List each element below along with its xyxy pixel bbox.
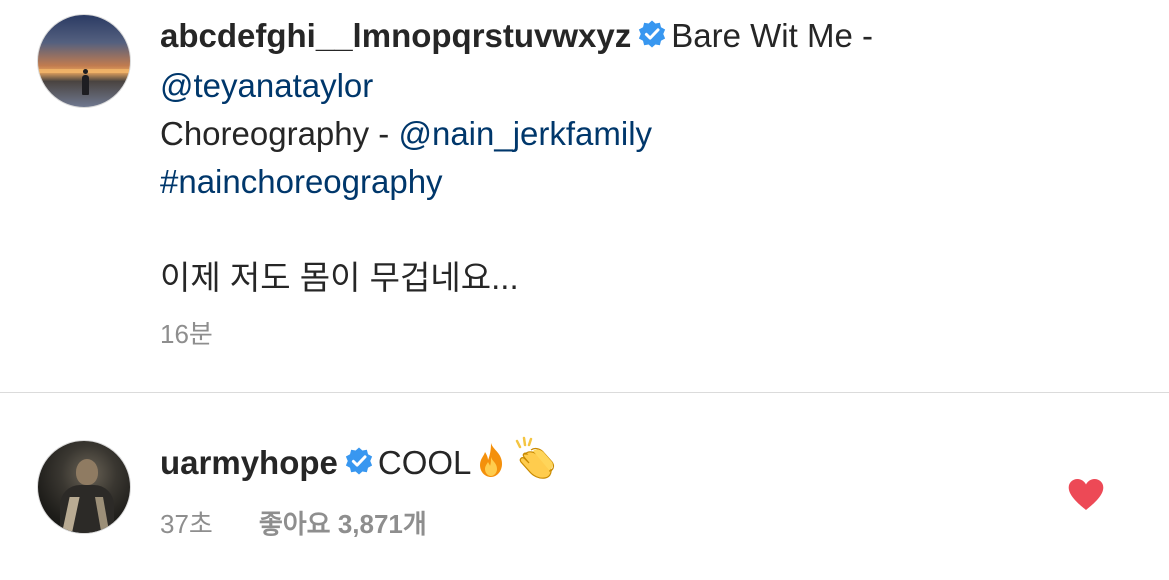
caption-text: abcdefghi__lmnopqrstuvwxyz Bare Wit Me - … bbox=[160, 12, 1140, 302]
post-timestamp[interactable]: 16분 bbox=[160, 314, 213, 351]
caption-line-korean: 이제 저도 몸이 무겁네요... bbox=[160, 254, 1140, 302]
caption-line-2: @teyanataylor bbox=[160, 62, 1140, 110]
caption-line-3: Choreography - @nain_jerkfamily bbox=[160, 110, 1140, 158]
hashtag-link[interactable]: #nainchoreography bbox=[160, 163, 443, 200]
comment-timestamp[interactable]: 37초 bbox=[160, 509, 213, 539]
caption-korean-text: 이제 저도 몸이 무겁네요... bbox=[160, 259, 519, 296]
comment-author-username[interactable]: uarmyhope bbox=[160, 444, 338, 481]
comment-likes-count[interactable]: 좋아요 3,871개 bbox=[259, 509, 427, 539]
mention-link-nain-jerkfamily[interactable]: @nain_jerkfamily bbox=[398, 115, 652, 152]
mention-link-teyanataylor[interactable]: @teyanataylor bbox=[160, 67, 373, 104]
post-author-username[interactable]: abcdefghi__lmnopqrstuvwxyz bbox=[160, 17, 631, 54]
caption-choreography-label: Choreography - bbox=[160, 115, 399, 152]
comment-meta: 37초 좋아요 3,871개 bbox=[160, 504, 427, 541]
clapping-hands-emoji-icon bbox=[511, 436, 557, 493]
comment-author-avatar[interactable] bbox=[37, 440, 131, 534]
verified-badge-icon bbox=[344, 441, 374, 489]
avatar-head bbox=[76, 459, 98, 485]
caption-song-title: Bare Wit Me - bbox=[671, 17, 873, 54]
avatar-silhouette bbox=[82, 69, 89, 95]
caption-line-1: abcdefghi__lmnopqrstuvwxyz Bare Wit Me - bbox=[160, 12, 1140, 62]
section-divider bbox=[0, 392, 1169, 393]
post-author-avatar[interactable] bbox=[37, 14, 131, 108]
verified-badge-icon bbox=[637, 14, 667, 62]
caption-line-4: #nainchoreography bbox=[160, 158, 1140, 206]
comment-body: uarmyhope COOL bbox=[160, 436, 557, 493]
fire-emoji-icon bbox=[471, 440, 511, 493]
heart-icon[interactable] bbox=[1066, 475, 1106, 515]
comment-text: COOL bbox=[377, 444, 472, 481]
post-caption-section: abcdefghi__lmnopqrstuvwxyz Bare Wit Me - … bbox=[0, 0, 1169, 392]
